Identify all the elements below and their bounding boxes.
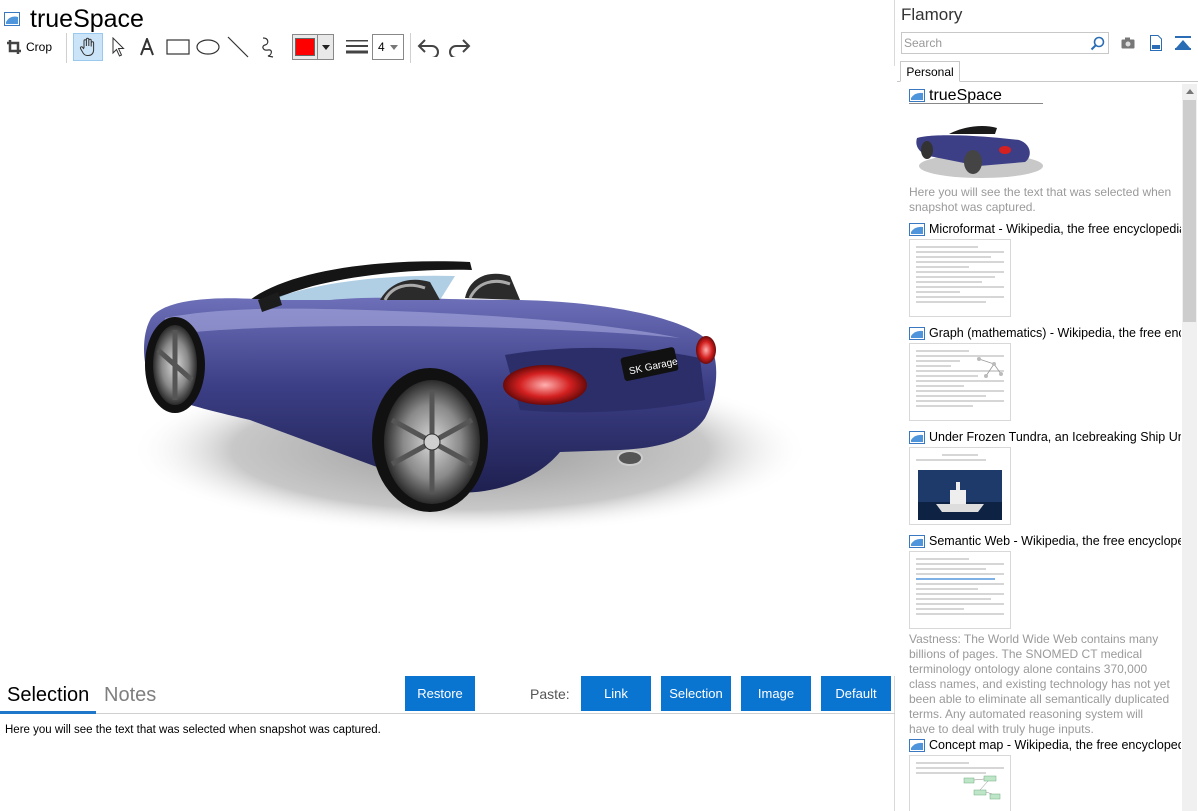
- search-input[interactable]: [902, 33, 1088, 53]
- crop-label: Crop: [26, 40, 53, 54]
- scroll-thumb[interactable]: [1183, 100, 1196, 322]
- list-item[interactable]: Semantic Web - Wikipedia, the free encyc…: [909, 533, 1181, 737]
- toolbar-separator: [66, 33, 67, 63]
- rectangle-tool-button[interactable]: [165, 33, 191, 61]
- search-box[interactable]: [901, 32, 1109, 54]
- flamory-title: Flamory: [901, 5, 963, 24]
- chevron-down-icon: [389, 44, 398, 50]
- redo-icon: [449, 39, 471, 57]
- scroll-up-button[interactable]: [1182, 84, 1197, 99]
- collapse-button[interactable]: [1174, 34, 1192, 52]
- list-scrollbar[interactable]: [1182, 84, 1197, 811]
- chevron-up-icon: [1185, 89, 1194, 94]
- ship-photo-thumbnail: [918, 470, 1002, 520]
- text-tool-button[interactable]: [136, 33, 158, 61]
- flamory-page-icon: [909, 430, 925, 444]
- camera-icon: [1121, 37, 1135, 49]
- hand-icon: [79, 37, 95, 56]
- capture-button[interactable]: [1119, 34, 1137, 52]
- item-title: Concept map - Wikipedia, the free encycl…: [929, 738, 1181, 752]
- line-width-icon-button[interactable]: [344, 33, 370, 61]
- list-item[interactable]: trueSpace Here you will see the text tha…: [909, 88, 1181, 215]
- text-a-icon: [140, 38, 154, 56]
- toolbar-separator: [410, 33, 411, 63]
- search-icon[interactable]: [1090, 36, 1105, 51]
- item-description: Here you will see the text that was sele…: [909, 185, 1172, 214]
- item-title: Under Frozen Tundra, an Icebreaking Ship…: [929, 430, 1181, 444]
- drawing-toolbar: Crop 4: [0, 33, 895, 63]
- list-item[interactable]: Graph (mathematics) - Wikipedia, the fre…: [909, 325, 1181, 421]
- freehand-tool-button[interactable]: [256, 33, 280, 61]
- ellipse-tool-button[interactable]: [195, 33, 221, 61]
- crop-button[interactable]: Crop: [6, 33, 58, 61]
- tab-selection[interactable]: Selection: [7, 684, 89, 707]
- select-tool-button[interactable]: [108, 33, 130, 61]
- item-thumbnail: [909, 343, 1011, 421]
- collapse-up-icon: [1175, 36, 1191, 50]
- snapshot-canvas[interactable]: SK Garage: [0, 66, 895, 676]
- freehand-squiggle-icon: [262, 37, 274, 58]
- tab-notes[interactable]: Notes: [104, 684, 156, 707]
- item-thumbnail: [909, 106, 1043, 182]
- restore-button[interactable]: Restore: [405, 676, 475, 711]
- new-page-button[interactable]: [1147, 34, 1165, 52]
- chevron-down-icon: [321, 44, 330, 50]
- flamory-page-icon: [909, 89, 925, 102]
- paste-label: Paste:: [530, 686, 570, 702]
- item-title: trueSpace: [929, 88, 1002, 104]
- item-description: Vastness: The World Wide Web contains ma…: [909, 632, 1170, 736]
- rectangle-icon: [166, 39, 190, 55]
- pan-tool-button[interactable]: [73, 33, 103, 61]
- undo-button[interactable]: [416, 33, 442, 61]
- page-icon: [1150, 35, 1162, 51]
- tab-personal[interactable]: Personal: [900, 61, 960, 82]
- paste-link-button[interactable]: Link: [581, 676, 651, 711]
- list-item[interactable]: Concept map - Wikipedia, the free encycl…: [909, 737, 1181, 811]
- paste-selection-button[interactable]: Selection: [661, 676, 731, 711]
- color-swatch: [295, 38, 315, 56]
- item-thumbnail: [909, 447, 1011, 525]
- item-thumbnail: [909, 755, 1011, 811]
- flamory-app-icon: [4, 12, 20, 26]
- item-title: Semantic Web - Wikipedia, the free encyc…: [929, 534, 1181, 548]
- line-width-dropdown[interactable]: 4: [372, 34, 404, 60]
- flamory-page-icon: [909, 326, 925, 340]
- paste-image-button[interactable]: Image: [741, 676, 811, 711]
- list-item[interactable]: Under Frozen Tundra, an Icebreaking Ship…: [909, 429, 1181, 525]
- paste-default-button[interactable]: Default: [821, 676, 891, 711]
- undo-icon: [417, 39, 439, 57]
- selection-text[interactable]: Here you will see the text that was sele…: [5, 724, 381, 736]
- flamory-tab-bar: Personal: [897, 61, 1198, 82]
- stroke-color-picker[interactable]: [292, 34, 334, 60]
- redo-button[interactable]: [446, 33, 472, 61]
- list-item[interactable]: Microformat - Wikipedia, the free encycl…: [909, 221, 1181, 317]
- line-tool-button[interactable]: [226, 33, 250, 61]
- document-title: trueSpace: [30, 4, 144, 33]
- line-icon: [227, 36, 249, 58]
- snapshot-list: trueSpace Here you will see the text tha…: [897, 84, 1181, 811]
- active-tab-indicator: [0, 711, 96, 714]
- graph-diagram-thumbnail: [977, 357, 1003, 378]
- flamory-panel: Flamory Personal: [897, 0, 1198, 811]
- car-image: SK Garage: [130, 261, 810, 535]
- cursor-arrow-icon: [112, 37, 125, 57]
- flamory-page-icon: [909, 222, 925, 236]
- item-title: Graph (mathematics) - Wikipedia, the fre…: [929, 326, 1181, 340]
- car-thumbnail-image: [916, 126, 1043, 178]
- item-title: Microformat - Wikipedia, the free encycl…: [929, 222, 1181, 236]
- flamory-page-icon: [909, 738, 925, 752]
- ellipse-icon: [196, 39, 220, 55]
- item-thumbnail: [909, 239, 1011, 317]
- flamory-page-icon: [909, 534, 925, 548]
- crop-icon: [7, 40, 21, 54]
- item-thumbnail: [909, 551, 1011, 629]
- editor-pane: trueSpace Crop 4 SK Garage Selection Not…: [0, 0, 895, 811]
- title-row: trueSpace: [4, 4, 144, 34]
- line-width-icon: [346, 40, 368, 54]
- concept-map-thumbnail: [963, 775, 1001, 800]
- line-width-value: 4: [378, 40, 385, 54]
